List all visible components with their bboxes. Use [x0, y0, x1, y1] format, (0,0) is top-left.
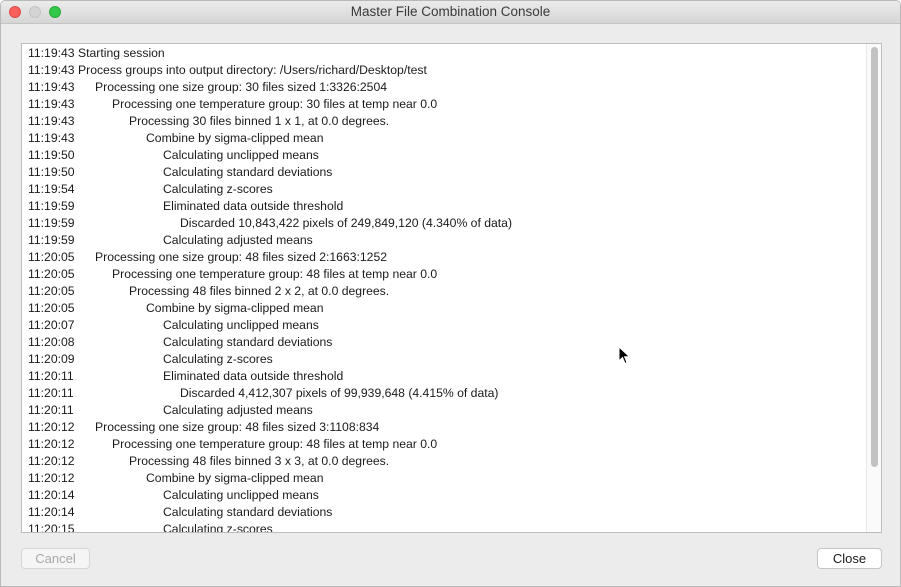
log-message: Calculating z-scores: [163, 522, 273, 533]
log-timestamp: 11:20:15: [28, 522, 75, 533]
title-bar: Master File Combination Console: [1, 1, 900, 24]
log-message: Calculating unclipped means: [163, 318, 319, 332]
console-window: Master File Combination Console 11:19:43…: [0, 0, 901, 587]
log-timestamp: 11:19:50: [28, 148, 75, 162]
log-line: 11:19:59 Eliminated data outside threshol…: [28, 198, 863, 215]
log-message: Process groups into output directory: /U…: [78, 63, 427, 77]
log-timestamp: 11:19:50: [28, 165, 75, 179]
log-message: Calculating standard deviations: [163, 165, 333, 179]
log-timestamp: 11:19:59: [28, 216, 75, 230]
log-timestamp: 11:20:05: [28, 267, 75, 281]
log-line: 11:19:43 Processing one temperature group…: [28, 96, 863, 113]
log-timestamp: 11:20:12: [28, 420, 75, 434]
log-line: 11:20:11 Discarded 4,412,307 pixels of 99…: [28, 385, 863, 402]
log-line: 11:19:43 Processing one size group: 30 fi…: [28, 79, 863, 96]
log-message: Processing one temperature group: 30 fil…: [112, 97, 438, 111]
log-line: 11:19:54 Calculating z-scores: [28, 181, 863, 198]
log-message: Calculating standard deviations: [163, 335, 333, 349]
log-timestamp: 11:20:07: [28, 318, 75, 332]
log-line: 11:20:05 Processing 48 files binned 2 x 2…: [28, 283, 863, 300]
log-line: 11:19:43 Combine by sigma-clipped mean: [28, 130, 863, 147]
log-message: Calculating unclipped means: [163, 488, 319, 502]
close-button[interactable]: Close: [817, 548, 882, 569]
log-line: 11:20:12 Processing 48 files binned 3 x 3…: [28, 453, 863, 470]
log-message: Calculating z-scores: [163, 352, 273, 366]
log-line: 11:19:50 Calculating standard deviations: [28, 164, 863, 181]
log-timestamp: 11:20:14: [28, 505, 75, 519]
log-timestamp: 11:20:12: [28, 454, 75, 468]
log-message: Calculating z-scores: [163, 182, 273, 196]
log-message: Processing 48 files binned 3 x 3, at 0.0…: [129, 454, 390, 468]
log-message: Starting session: [78, 46, 165, 60]
log-message: Processing 30 files binned 1 x 1, at 0.0…: [129, 114, 390, 128]
log-timestamp: 11:20:08: [28, 335, 75, 349]
scroll-thumb[interactable]: [871, 47, 878, 467]
log-timestamp: 11:20:12: [28, 437, 75, 451]
log-timestamp: 11:20:11: [28, 369, 74, 383]
log-message: Processing one size group: 30 files size…: [95, 80, 388, 94]
log-line: 11:20:14 Calculating standard deviations: [28, 504, 863, 521]
log-timestamp: 11:19:43: [28, 131, 75, 145]
log-timestamp: 11:19:43: [28, 46, 75, 60]
log-line: 11:20:07 Calculating unclipped means: [28, 317, 863, 334]
log-list: 11:19:43 Starting session 11:19:43 Process …: [28, 45, 863, 533]
log-timestamp: 11:19:43: [28, 97, 75, 111]
log-message: Combine by sigma-clipped mean: [146, 471, 324, 485]
log-timestamp: 11:20:05: [28, 301, 75, 315]
log-timestamp: 11:19:43: [28, 63, 75, 77]
log-message: Eliminated data outside threshold: [163, 199, 344, 213]
log-message: Discarded 4,412,307 pixels of 99,939,648…: [180, 386, 499, 400]
log-line: 11:20:05 Combine by sigma-clipped mean: [28, 300, 863, 317]
log-line: 11:20:12 Combine by sigma-clipped mean: [28, 470, 863, 487]
log-line: 11:19:50 Calculating unclipped means: [28, 147, 863, 164]
log-message: Calculating standard deviations: [163, 505, 333, 519]
log-message: Discarded 10,843,422 pixels of 249,849,1…: [180, 216, 513, 230]
log-timestamp: 11:20:12: [28, 471, 75, 485]
log-message: Calculating adjusted means: [163, 403, 313, 417]
log-timestamp: 11:19:54: [28, 182, 75, 196]
log-timestamp: 11:20:11: [28, 386, 74, 400]
log-message: Eliminated data outside threshold: [163, 369, 344, 383]
log-line: 11:20:12 Processing one size group: 48 fi…: [28, 419, 863, 436]
log-message: Combine by sigma-clipped mean: [146, 301, 324, 315]
log-message: Processing 48 files binned 2 x 2, at 0.0…: [129, 284, 390, 298]
log-line: 11:20:11 Eliminated data outside threshol…: [28, 368, 863, 385]
log-line: 11:19:59 Discarded 10,843,422 pixels of 2…: [28, 215, 863, 232]
cancel-button[interactable]: Cancel: [21, 548, 90, 569]
log-timestamp: 11:20:09: [28, 352, 75, 366]
log-message: Processing one temperature group: 48 fil…: [112, 267, 438, 281]
log-message: Combine by sigma-clipped mean: [146, 131, 324, 145]
log-message: Processing one size group: 48 files size…: [95, 250, 388, 264]
log-line: 11:20:15 Calculating z-scores: [28, 521, 863, 533]
log-line: 11:20:12 Processing one temperature group…: [28, 436, 863, 453]
log-message: Processing one temperature group: 48 fil…: [112, 437, 438, 451]
log-output[interactable]: 11:19:43 Starting session 11:19:43 Process …: [21, 43, 882, 533]
log-line: 11:19:43 Process groups into output direc…: [28, 62, 863, 79]
log-timestamp: 11:19:59: [28, 233, 75, 247]
log-line: 11:20:08 Calculating standard deviations: [28, 334, 863, 351]
log-message: Processing one size group: 48 files size…: [95, 420, 380, 434]
log-line: 11:20:14 Calculating unclipped means: [28, 487, 863, 504]
log-line: 11:20:09 Calculating z-scores: [28, 351, 863, 368]
mouse-pointer-icon: [618, 346, 631, 365]
log-line: 11:19:59 Calculating adjusted means: [28, 232, 863, 249]
log-message: Calculating adjusted means: [163, 233, 313, 247]
log-line: 11:20:11 Calculating adjusted means: [28, 402, 863, 419]
window-title: Master File Combination Console: [350, 4, 551, 19]
log-timestamp: 11:19:43: [28, 80, 75, 94]
log-timestamp: 11:20:11: [28, 403, 74, 417]
log-line: 11:20:05 Processing one temperature group…: [28, 266, 863, 283]
log-timestamp: 11:19:43: [28, 114, 75, 128]
log-message: Calculating unclipped means: [163, 148, 319, 162]
vertical-scrollbar[interactable]: [866, 44, 881, 532]
log-line: 11:19:43 Starting session: [28, 45, 863, 62]
log-timestamp: 11:19:59: [28, 199, 75, 213]
log-line: 11:19:43 Processing 30 files binned 1 x 1…: [28, 113, 863, 130]
log-line: 11:20:05 Processing one size group: 48 fi…: [28, 249, 863, 266]
log-timestamp: 11:20:14: [28, 488, 75, 502]
log-timestamp: 11:20:05: [28, 250, 75, 264]
log-timestamp: 11:20:05: [28, 284, 75, 298]
